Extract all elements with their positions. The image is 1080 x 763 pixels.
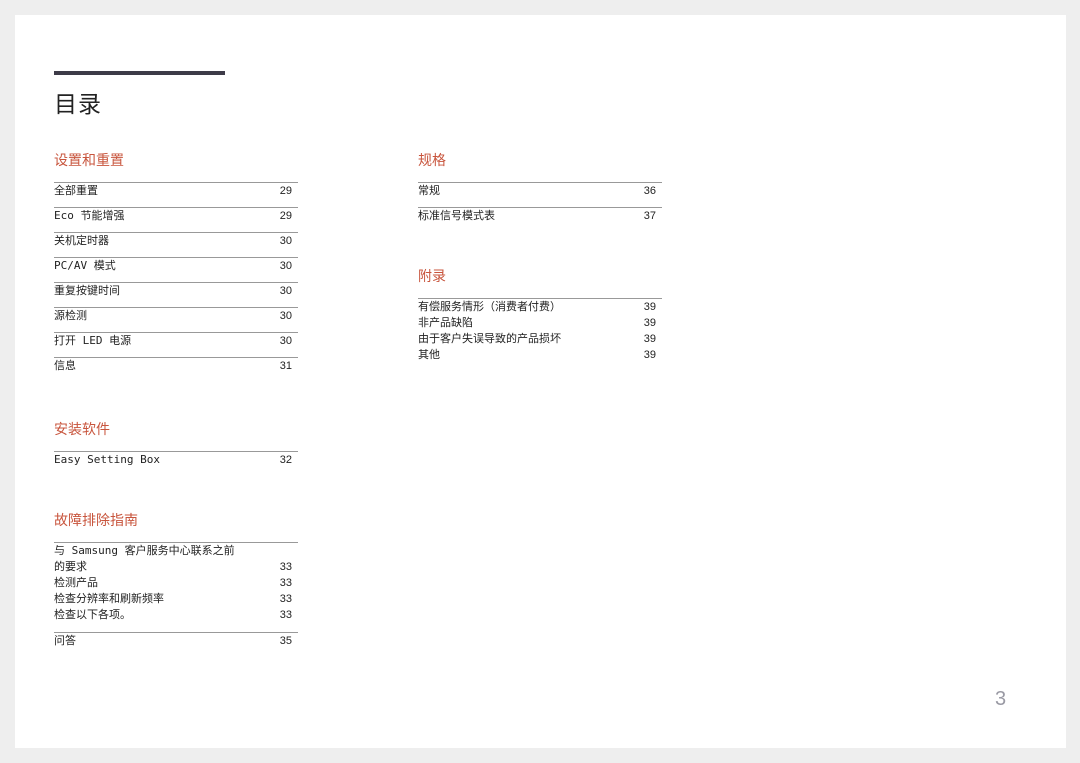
section-heading: 故障排除指南 [54, 513, 138, 529]
toc-entry[interactable]: 非产品缺陷 39 [418, 315, 662, 331]
toc-entry[interactable]: 由于客户失误导致的产品损坏 39 [418, 331, 662, 347]
toc-entry-intro: 与 Samsung 客户服务中心联系之前 [54, 544, 235, 557]
toc-entry[interactable]: 检查以下各项。 33 [54, 607, 298, 623]
toc-entry[interactable]: 关机定时器 30 [54, 233, 298, 258]
toc-entry[interactable]: 检测产品 33 [54, 575, 298, 591]
section-setup: 设置和重置 全部重置 29 Eco 节能增强 29 关机定时器 30 PC/AV 模式… [54, 152, 298, 383]
toc-entry[interactable]: 源检测 30 [54, 308, 298, 333]
toc-entry[interactable]: 标准信号模式表 37 [418, 208, 662, 233]
section-heading: 规格 [418, 153, 446, 169]
toc-entry[interactable]: 其他 39 [418, 347, 662, 363]
section-heading: 附录 [418, 269, 446, 285]
section-specs: 规格 常规 36 标准信号模式表 37 [418, 152, 662, 233]
toc-entry[interactable]: 常规 36 [418, 183, 662, 208]
section-software: 安装软件 Easy Setting Box 32 [54, 421, 298, 477]
toc-entry[interactable]: 重复按键时间 30 [54, 283, 298, 308]
toc-entry[interactable]: 全部重置 29 [54, 183, 298, 208]
toc-entry[interactable]: 信息 31 [54, 358, 298, 383]
toc-entry[interactable]: 检查分辨率和刷新频率 33 [54, 591, 298, 607]
page-number: 3 [995, 688, 1007, 710]
toc-entry[interactable]: 有偿服务情形（消费者付费） 39 [418, 299, 662, 315]
page-title: 目录 [54, 92, 102, 118]
section-appendix: 附录 有偿服务情形（消费者付费） 39 非产品缺陷 39 由于客户失误导致的产品损坏… [418, 268, 662, 363]
section-heading: 设置和重置 [54, 153, 124, 169]
toc-entry[interactable]: 打开 LED 电源 30 [54, 333, 298, 358]
toc-entry[interactable]: PC/AV 模式 30 [54, 258, 298, 283]
section-troubleshoot: 故障排除指南 与 Samsung 客户服务中心联系之前 的要求 33 检测产品 33… [54, 512, 298, 658]
toc-entry[interactable]: Eco 节能增强 29 [54, 208, 298, 233]
section-heading: 安装软件 [54, 422, 110, 438]
toc-entry[interactable]: Easy Setting Box 32 [54, 452, 298, 477]
toc-entry[interactable]: 的要求 33 [54, 559, 298, 575]
title-bar-decoration [54, 71, 225, 75]
document-page: 目录 设置和重置 全部重置 29 Eco 节能增强 29 关机定时器 30 PC/AV… [15, 15, 1066, 748]
toc-entry-faq[interactable]: 问答 35 [54, 633, 298, 658]
